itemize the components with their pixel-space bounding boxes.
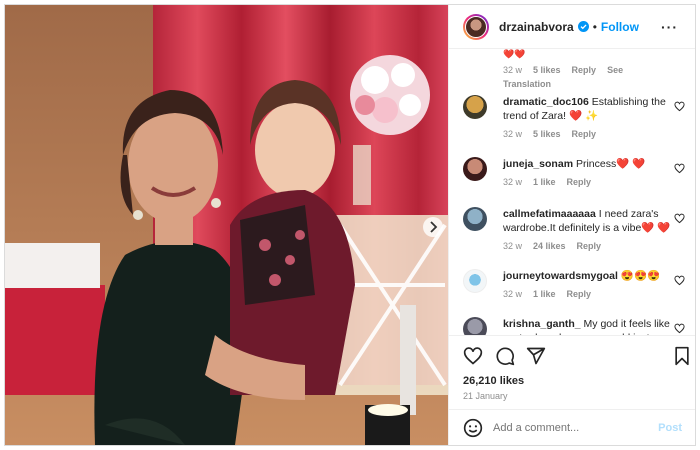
comment-item: dramatic_doc106 Establishing the trend o… (463, 93, 685, 141)
comment-icon[interactable] (495, 346, 515, 366)
comment-heart-icon[interactable] (674, 213, 685, 224)
comment-body: journeytowardsmygoal 😍😍😍 32 w1 like Reply (503, 269, 675, 301)
add-comment-bar: Post (449, 409, 695, 445)
comment-meta: 32 w 24 likes Reply (503, 241, 602, 251)
comment-body: dramatic_doc106 Establishing the trend o… (503, 95, 675, 141)
comment-heart-icon[interactable] (674, 101, 685, 112)
verified-badge-icon (577, 21, 589, 32)
comment-heart-icon[interactable] (674, 275, 685, 286)
username[interactable]: drzainabvora (499, 20, 574, 34)
comment-username[interactable]: dramatic_doc106 (503, 96, 589, 108)
share-icon[interactable] (526, 346, 546, 366)
comment-item: journeytowardsmygoal 😍😍😍 32 w1 like Reply (463, 267, 685, 303)
action-bar (449, 335, 695, 375)
emoji-icon[interactable] (463, 418, 483, 438)
comment-item: 32 w5 likes Reply See Translation (463, 63, 685, 89)
comment-item: krishna_ganth_ My god it feels like yest… (463, 315, 685, 335)
post-button[interactable]: Post (658, 422, 682, 434)
comment-meta: 32 w5 likes Reply (503, 129, 597, 139)
comment-username[interactable]: journeytowardsmygoal (503, 270, 618, 282)
post-dialog: drzainabvora • Follow ··· ❤️❤️ 32 w5 lik… (4, 4, 696, 446)
comment-avatar[interactable] (463, 317, 487, 335)
heart-icon[interactable] (463, 346, 483, 366)
comment-body: krishna_ganth_ My god it feels like yest… (503, 317, 675, 335)
comment-fragment: ❤️❤️ (503, 49, 526, 59)
follow-button[interactable]: Follow (601, 20, 639, 34)
comments-list: ❤️❤️ 32 w5 likes Reply See Translation dra… (449, 49, 695, 335)
comment-meta: 32 w1 like Reply (503, 177, 592, 187)
likes-count[interactable]: 26,210 likes (463, 375, 524, 387)
comment-username[interactable]: krishna_ganth_ (503, 318, 581, 330)
carousel-next-icon[interactable] (423, 217, 443, 237)
comment-body: 32 w5 likes Reply See Translation (503, 63, 675, 91)
comment-input[interactable] (493, 421, 653, 434)
comment-meta: 32 w5 likes Reply See Translation (503, 65, 624, 89)
comment-avatar[interactable] (463, 95, 487, 119)
bookmark-icon[interactable] (672, 346, 692, 366)
comment-meta: 32 w1 like Reply (503, 289, 592, 299)
more-icon[interactable]: ··· (661, 19, 678, 35)
comment-username[interactable]: callmefatimaaaaaa (503, 208, 596, 220)
comment-item: juneja_sonam Princess❤️ ❤️ 32 w1 like Rep… (463, 155, 685, 191)
comment-heart-icon[interactable] (674, 163, 685, 174)
post-header: drzainabvora • Follow ··· (449, 5, 695, 49)
separator: • (592, 19, 597, 34)
comment-avatar[interactable] (463, 207, 487, 231)
comment-avatar[interactable] (463, 157, 487, 181)
post-date: 21 January (463, 391, 508, 401)
comments-panel: drzainabvora • Follow ··· ❤️❤️ 32 w5 lik… (448, 5, 695, 445)
comment-username[interactable]: juneja_sonam (503, 158, 573, 170)
comment-body: callmefatimaaaaaa I need zara's wardrobe… (503, 207, 675, 253)
comment-text: Princess (575, 158, 617, 170)
comment-heart-icon[interactable] (674, 323, 685, 334)
comment-item: callmefatimaaaaaa I need zara's wardrobe… (463, 205, 685, 253)
comment-body: juneja_sonam Princess❤️ ❤️ 32 w1 like Rep… (503, 157, 675, 189)
post-photo (5, 5, 448, 445)
comment-avatar[interactable] (463, 269, 487, 293)
avatar[interactable] (463, 13, 489, 40)
photo-image (5, 5, 448, 445)
